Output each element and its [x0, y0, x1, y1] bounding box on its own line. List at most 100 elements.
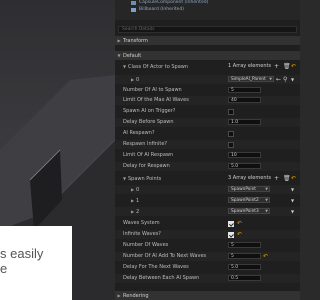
limit-max-waves-input[interactable]: 40 [228, 97, 261, 103]
prop-row: Delay Between Each AI Spawn 0.5 [115, 274, 300, 283]
collapse-arrow-icon: ▶ [117, 293, 121, 298]
magnifier-icon[interactable]: ⚲ [283, 75, 287, 84]
ai-respawn-checkbox[interactable] [228, 130, 234, 137]
spawn-point-element: ▶ 2 SpawnPoint3 ▼ ▼ [115, 207, 300, 216]
prop-label: Number Of Waves [123, 242, 169, 248]
reset-arrow-icon[interactable]: ↶ [291, 62, 296, 71]
component-icon [131, 0, 136, 5]
prop-label: Respawn Infinite? [123, 141, 168, 147]
prop-label: Number Of AI Add To Next Waves [123, 253, 207, 259]
prop-label: Limit Of AI Respawn [123, 152, 174, 158]
limit-respawn-input[interactable]: 10 [228, 152, 261, 158]
trash-icon[interactable]: 🗑 [283, 62, 291, 71]
number-of-waves-input[interactable]: 5 [228, 242, 261, 248]
array-index: ▶ 0 [131, 77, 140, 83]
spawn-on-trigger-checkbox[interactable] [228, 108, 234, 115]
reset-arrow-icon[interactable]: ↶ [291, 174, 296, 183]
expand-arrow-icon[interactable]: ▼ [291, 185, 294, 194]
reset-arrow-icon[interactable]: ↶ [237, 219, 242, 228]
section-title: Transform [123, 38, 148, 44]
class-array-element: ▶ 0 SimpleAI_Parent ▼ ← ⚲ ▼ [115, 75, 300, 84]
prop-row: Infinite Waves? ↶ [115, 230, 300, 239]
dropdown-caret-icon: ▼ [265, 187, 268, 191]
infinite-waves-checkbox[interactable] [228, 231, 234, 238]
section-transform[interactable]: ▶ Transform [115, 36, 300, 45]
spawn-points-row: ▼ Spawn Points 3 Array elements + 🗑 ↶ [115, 174, 300, 183]
array-count: 3 Array elements [228, 175, 272, 181]
prop-label: Delay For The Next Waves [123, 264, 189, 270]
browse-arrow-icon[interactable]: ← [276, 75, 281, 84]
class-picker-dropdown[interactable]: SimpleAI_Parent ▼ [228, 76, 274, 82]
caption-card: s easily e [0, 226, 72, 300]
array-label: ▼ Class Of Actor to Spawn [123, 64, 189, 70]
plus-icon[interactable]: + [274, 62, 279, 71]
prop-label: Spawn AI on Trigger? [123, 108, 176, 114]
prop-label: Infinite Waves? [123, 231, 161, 237]
component-list: CapsuleComponent (Inherited) Billboard (… [115, 0, 300, 20]
delay-next-waves-input[interactable]: 5.0 [228, 264, 261, 270]
prop-row: AI Respawn? [115, 129, 300, 138]
collapse-arrow-icon: ▶ [117, 38, 121, 43]
delay-respawn-input[interactable]: 5.0 [228, 163, 261, 169]
spawn-point-dropdown[interactable]: SpawnPoint2 ▼ [228, 197, 270, 203]
prop-row: Number Of AI Add To Next Waves 5 ↶ [115, 252, 300, 261]
caption-line-1: s easily [0, 246, 44, 261]
expand-arrow-icon[interactable]: ▼ [291, 207, 294, 216]
prop-label: Delay for Respawn [123, 163, 170, 169]
component-item[interactable]: Billboard (Inherited) [131, 6, 184, 13]
prop-row: Limit Of the Max AI Waves 40 [115, 96, 300, 105]
caption-line-2: e [0, 261, 8, 276]
component-label: CapsuleComponent (Inherited) [139, 0, 209, 5]
number-of-ai-input[interactable]: 5 [228, 87, 261, 93]
spawn-point-dropdown[interactable]: SpawnPoint3 ▼ [228, 208, 270, 214]
respawn-infinite-checkbox[interactable] [228, 141, 234, 148]
prop-label: Delay Before Spawn [123, 119, 174, 125]
array-label: ▼ Spawn Points [123, 176, 162, 182]
prop-label: AI Respawn? [123, 130, 155, 136]
prop-row: Respawn Infinite? [115, 140, 300, 149]
array-index: ▶ 2 [131, 209, 140, 215]
component-label: Billboard (Inherited) [139, 7, 185, 12]
billboard-icon [131, 7, 136, 12]
section-rendering[interactable]: ▶ Rendering [115, 291, 300, 300]
viewport[interactable]: s easily e [0, 0, 115, 300]
expand-arrow-icon[interactable]: ▼ [291, 196, 294, 205]
class-array-row: ▼ Class Of Actor to Spawn 1 Array element… [115, 62, 300, 71]
spawn-point-element: ▶ 0 SpawnPoint ▼ ▼ [115, 185, 300, 194]
reset-arrow-icon[interactable]: ↶ [263, 252, 268, 261]
reset-arrow-icon[interactable]: ↶ [237, 230, 242, 239]
delay-between-spawn-input[interactable]: 0.5 [228, 275, 261, 281]
waves-system-checkbox[interactable] [228, 220, 234, 227]
prop-row: Limit Of AI Respawn 10 [115, 151, 300, 160]
delay-before-spawn-input[interactable]: 1.0 [228, 119, 261, 125]
expand-arrow-icon[interactable]: ▼ [291, 75, 294, 84]
plus-icon[interactable]: + [274, 174, 279, 183]
prop-label: Number Of AI to Spawn [123, 87, 182, 93]
spawn-point-dropdown[interactable]: SpawnPoint ▼ [228, 186, 270, 192]
prop-label: Delay Between Each AI Spawn [123, 275, 200, 281]
prop-row: Number Of Waves 5 [115, 241, 300, 250]
section-default[interactable]: ▼ Default [115, 51, 300, 60]
dropdown-caret-icon: ▼ [269, 77, 272, 81]
prop-row: Spawn AI on Trigger? [115, 107, 300, 116]
trash-icon[interactable]: 🗑 [283, 174, 291, 183]
dropdown-caret-icon: ▼ [265, 209, 268, 213]
spawn-point-element: ▶ 1 SpawnPoint2 ▼ ▼ [115, 196, 300, 205]
prop-row: Delay Before Spawn 1.0 [115, 118, 300, 127]
details-panel: CapsuleComponent (Inherited) Billboard (… [115, 0, 300, 300]
dropdown-caret-icon: ▼ [265, 198, 268, 202]
prop-label: Waves System [123, 220, 160, 226]
section-title: Rendering [123, 293, 149, 299]
prop-row: Delay For The Next Waves 5.0 [115, 263, 300, 272]
prop-row: Waves System ↶ [115, 219, 300, 228]
array-index: ▶ 1 [131, 198, 140, 204]
search-details-input[interactable]: Search Details [118, 26, 297, 33]
array-count: 1 Array elements [228, 63, 272, 69]
prop-label: Limit Of the Max AI Waves [123, 97, 189, 103]
prop-row: Number Of AI to Spawn 5 [115, 86, 300, 95]
section-title: Default [123, 53, 142, 59]
prop-row: Delay for Respawn 5.0 [115, 162, 300, 171]
expand-arrow-icon: ▼ [117, 53, 121, 58]
array-index: ▶ 0 [131, 187, 140, 193]
ai-add-next-waves-input[interactable]: 5 [228, 253, 261, 259]
